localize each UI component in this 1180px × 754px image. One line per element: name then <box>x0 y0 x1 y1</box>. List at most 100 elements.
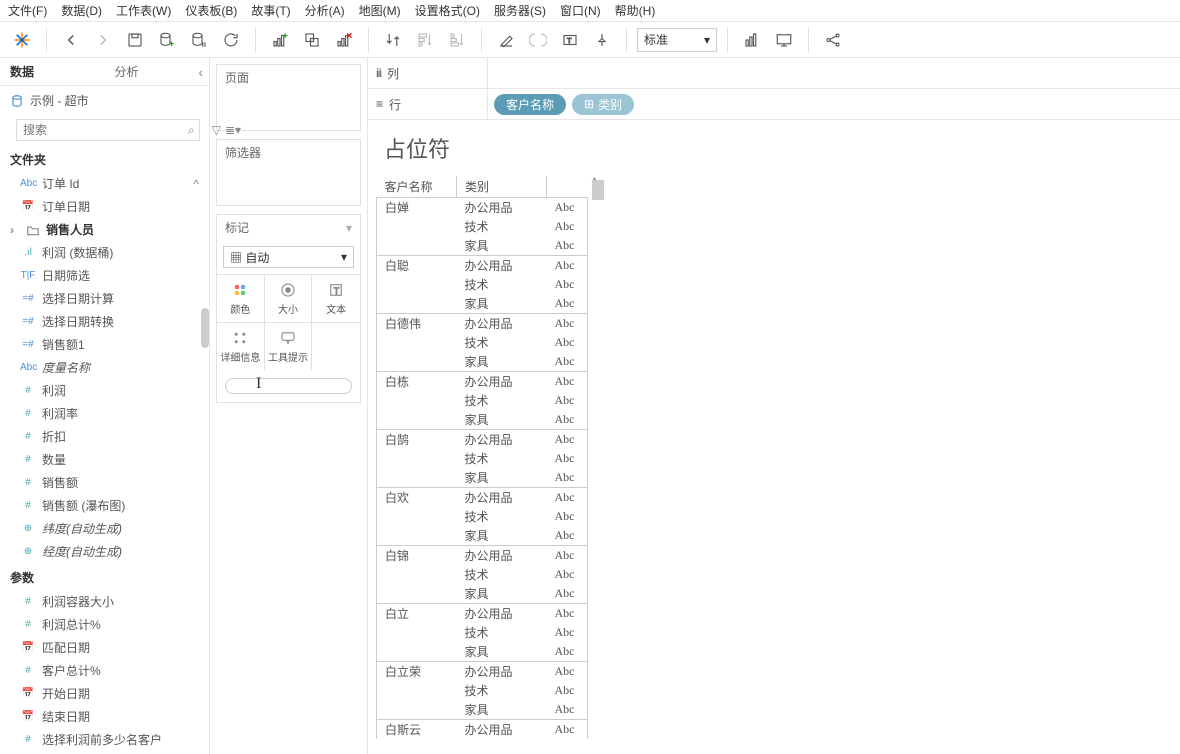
tab-analysis[interactable]: 分析‹ <box>105 58 210 85</box>
menu-worksheet[interactable]: 工作表(W) <box>116 2 171 19</box>
menu-data[interactable]: 数据(D) <box>61 2 102 19</box>
field-row[interactable]: .ıl利润 (数据桶) <box>0 241 209 264</box>
sort-desc-button[interactable] <box>443 26 471 54</box>
field-row[interactable]: #折扣 <box>0 425 209 448</box>
duplicate-button[interactable] <box>298 26 326 54</box>
menu-help[interactable]: 帮助(H) <box>615 2 656 19</box>
header-customer[interactable]: 客户名称 <box>377 176 457 198</box>
table-row[interactable]: 家具Abc <box>377 468 588 488</box>
table-row[interactable]: 家具Abc <box>377 352 588 372</box>
table-row[interactable]: 白鹄办公用品Abc <box>377 430 588 450</box>
share-button[interactable] <box>819 26 847 54</box>
search-input[interactable] <box>17 123 184 137</box>
table-row[interactable]: 白婵办公用品Abc <box>377 198 588 218</box>
field-row[interactable]: Abc度量名称 <box>0 356 209 379</box>
menu-dashboard[interactable]: 仪表板(B) <box>185 2 237 19</box>
table-row[interactable]: 家具Abc <box>377 700 588 720</box>
field-row[interactable]: #利润容器大小 <box>0 590 209 613</box>
table-row[interactable]: 技术Abc <box>377 623 588 642</box>
new-sheet-button[interactable] <box>266 26 294 54</box>
forward-button[interactable] <box>89 26 117 54</box>
table-row[interactable]: 家具Abc <box>377 236 588 256</box>
pill-customer-name[interactable]: 客户名称 <box>494 94 566 115</box>
showme-button[interactable] <box>738 26 766 54</box>
marks-drop-target[interactable]: I <box>225 378 352 394</box>
table-row[interactable]: 白德伟办公用品Abc <box>377 314 588 334</box>
group-button[interactable] <box>524 26 552 54</box>
table-row[interactable]: 家具Abc <box>377 294 588 314</box>
table-row[interactable]: 白立办公用品Abc <box>377 604 588 624</box>
table-row[interactable]: 技术Abc <box>377 565 588 584</box>
field-row[interactable]: ⊕纬度(自动生成) <box>0 517 209 540</box>
table-row[interactable]: 白锦办公用品Abc <box>377 546 588 566</box>
highlight-button[interactable] <box>492 26 520 54</box>
field-row[interactable]: 📅开始日期 <box>0 682 209 705</box>
columns-shelf[interactable] <box>488 70 1180 76</box>
present-button[interactable] <box>770 26 798 54</box>
table-row[interactable]: 家具Abc <box>377 410 588 430</box>
label-button[interactable]: T <box>556 26 584 54</box>
table-row[interactable]: 技术Abc <box>377 217 588 236</box>
marks-detail-button[interactable]: 详细信息 <box>217 322 265 370</box>
marks-tooltip-button[interactable]: 工具提示 <box>265 322 313 370</box>
pause-button[interactable] <box>185 26 213 54</box>
marks-color-button[interactable]: 颜色 <box>217 274 265 322</box>
sort-asc-button[interactable] <box>411 26 439 54</box>
back-button[interactable] <box>57 26 85 54</box>
field-row[interactable]: #销售额 (瀑布图) <box>0 494 209 517</box>
table-row[interactable]: 技术Abc <box>377 507 588 526</box>
table-row[interactable]: 白立荣办公用品Abc <box>377 662 588 682</box>
clear-button[interactable] <box>330 26 358 54</box>
table-row[interactable]: 技术Abc <box>377 333 588 352</box>
field-row[interactable]: #销售额 <box>0 471 209 494</box>
pill-category[interactable]: ⊞类别 <box>572 94 634 115</box>
menu-file[interactable]: 文件(F) <box>8 2 47 19</box>
refresh-button[interactable] <box>217 26 245 54</box>
field-row[interactable]: ⊕经度(自动生成) <box>0 540 209 563</box>
menu-analysis[interactable]: 分析(A) <box>305 2 345 19</box>
marks-type-select[interactable]: ▦ 自动▾ <box>223 246 354 268</box>
marks-text-button[interactable]: T文本 <box>312 274 360 322</box>
menu-window[interactable]: 窗口(N) <box>560 2 601 19</box>
rows-shelf[interactable]: 客户名称 ⊞类别 <box>488 91 1180 118</box>
pin-button[interactable] <box>588 26 616 54</box>
field-row[interactable]: Abc订单 Id^ <box>0 172 209 195</box>
table-scrollbar[interactable]: ▴ <box>590 176 606 739</box>
folder-sales[interactable]: › 销售人员 <box>0 218 209 241</box>
view-toggle-icon[interactable]: ≣▾ <box>225 123 241 137</box>
table-row[interactable]: 白斯云办公用品Abc <box>377 720 588 740</box>
search-icon[interactable]: ⌕ <box>184 123 199 138</box>
new-datasource-button[interactable] <box>153 26 181 54</box>
table-row[interactable]: 白栋办公用品Abc <box>377 372 588 392</box>
table-row[interactable]: 技术Abc <box>377 449 588 468</box>
field-row[interactable]: #利润 <box>0 379 209 402</box>
marks-size-button[interactable]: 大小 <box>265 274 313 322</box>
tab-data[interactable]: 数据 <box>0 58 105 85</box>
field-row[interactable]: =#选择日期转换 <box>0 310 209 333</box>
menu-story[interactable]: 故事(T) <box>251 2 290 19</box>
table-row[interactable]: 技术Abc <box>377 391 588 410</box>
field-row[interactable]: #选择利润前多少名客户 <box>0 728 209 751</box>
datasource-item[interactable]: 示例 - 超市 <box>0 86 209 115</box>
save-button[interactable] <box>121 26 149 54</box>
menu-server[interactable]: 服务器(S) <box>494 2 546 19</box>
table-row[interactable]: 家具Abc <box>377 526 588 546</box>
table-row[interactable]: 白欢办公用品Abc <box>377 488 588 508</box>
field-row[interactable]: =#选择日期计算 <box>0 287 209 310</box>
filter-icon[interactable]: ▽ <box>212 123 221 137</box>
field-row[interactable]: #客户总计% <box>0 659 209 682</box>
sidebar-scrollbar[interactable] <box>201 308 209 348</box>
field-row[interactable]: #利润率 <box>0 402 209 425</box>
swap-button[interactable] <box>379 26 407 54</box>
field-row[interactable]: =#销售额1 <box>0 333 209 356</box>
header-category[interactable]: 类别 <box>457 176 547 198</box>
table-row[interactable]: 白聪办公用品Abc <box>377 256 588 276</box>
table-row[interactable]: 家具Abc <box>377 584 588 604</box>
fit-select[interactable]: 标准▾ <box>637 28 717 52</box>
field-row[interactable]: 📅结束日期 <box>0 705 209 728</box>
field-row[interactable]: #数量 <box>0 448 209 471</box>
field-row[interactable]: T|F日期筛选 <box>0 264 209 287</box>
table-row[interactable]: 技术Abc <box>377 275 588 294</box>
filters-shelf[interactable] <box>217 165 360 205</box>
table-row[interactable]: 家具Abc <box>377 642 588 662</box>
